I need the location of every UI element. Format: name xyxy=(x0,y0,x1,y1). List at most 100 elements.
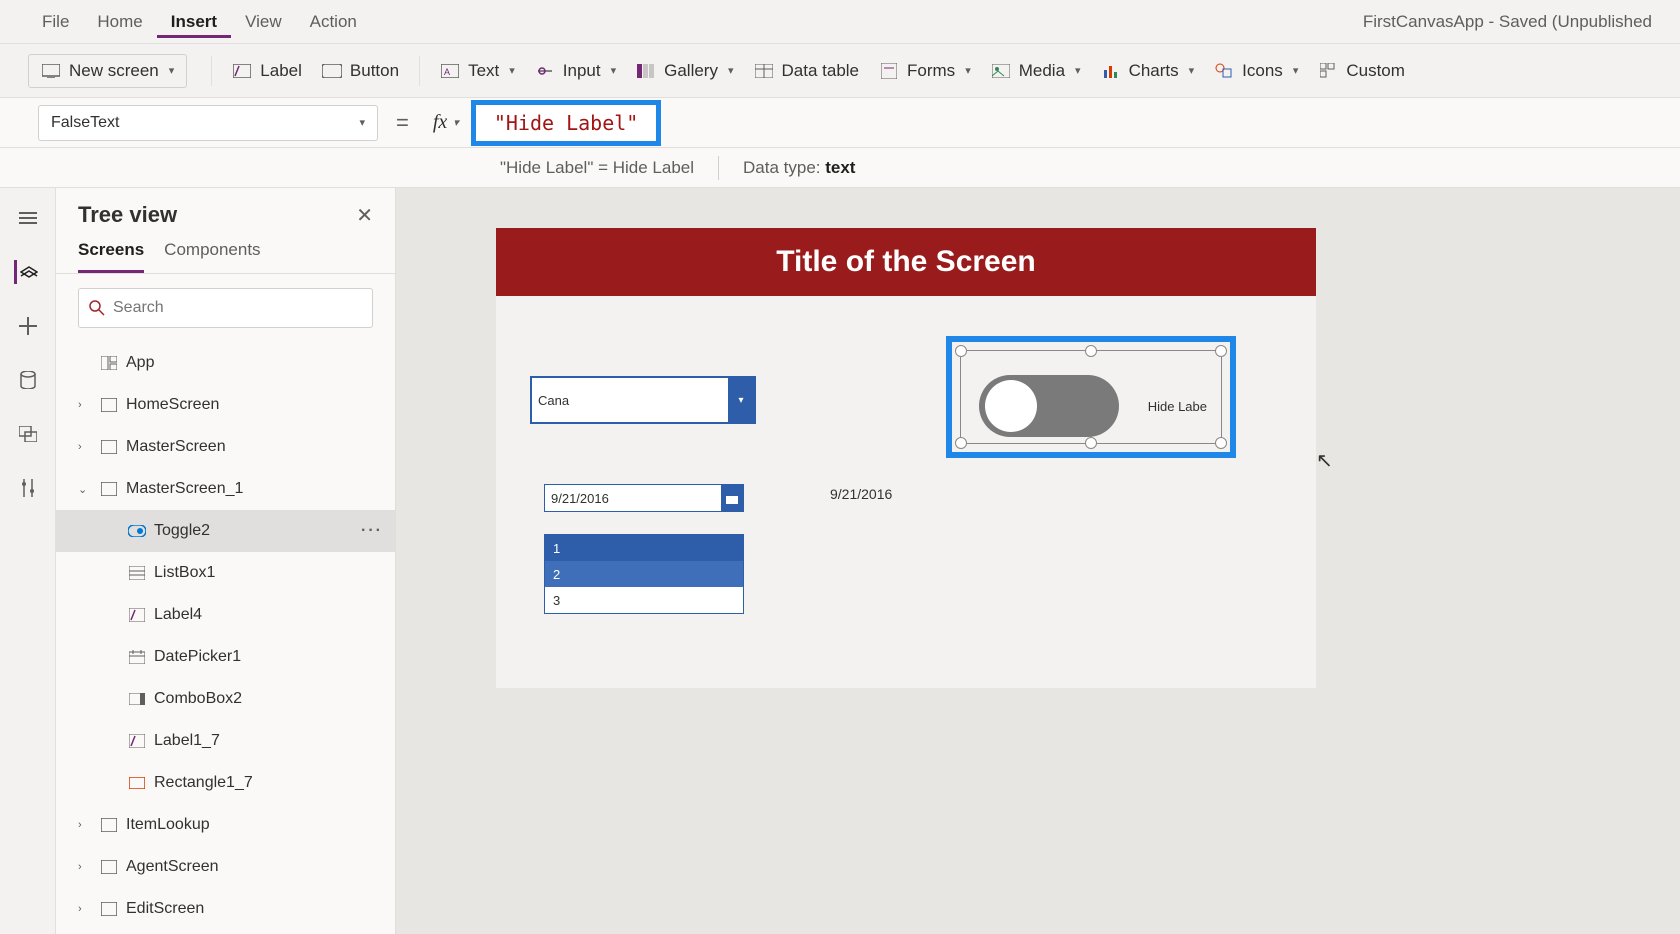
label-icon xyxy=(128,732,146,750)
tree-search[interactable] xyxy=(78,288,373,328)
chevron-down-icon: ▾ xyxy=(509,64,515,77)
menu-insert[interactable]: Insert xyxy=(157,6,231,38)
app-title: FirstCanvasApp - Saved (Unpublished xyxy=(1363,12,1652,32)
tree-node-masterscreen[interactable]: › MasterScreen xyxy=(56,426,395,468)
close-icon[interactable]: ✕ xyxy=(356,203,373,228)
tree-node-label: MasterScreen xyxy=(126,438,226,456)
list-item[interactable]: 1 xyxy=(545,535,743,561)
tree-node-label4[interactable]: Label4 xyxy=(56,594,395,636)
tree-node-rectangle1_7[interactable]: Rectangle1_7 xyxy=(56,762,395,804)
tree-node-itemlookup[interactable]: › ItemLookup xyxy=(56,804,395,846)
canvas-area[interactable]: ↖ Title of the Screen Cana ▾ 9/21/2016 9… xyxy=(396,188,1680,934)
insert-charts-button[interactable]: Charts ▾ xyxy=(1091,55,1205,87)
insert-custom-button[interactable]: Custom xyxy=(1308,55,1415,87)
gallery-icon xyxy=(636,61,656,81)
tree-list: App›HomeScreen›MasterScreen⌄MasterScreen… xyxy=(56,342,395,934)
expand-icon[interactable]: ⌄ xyxy=(78,483,92,496)
tree-node-label: Label4 xyxy=(154,606,202,624)
screen-icon xyxy=(100,396,118,414)
hamburger-icon[interactable] xyxy=(16,206,40,230)
data-type-label: Data type: text xyxy=(743,158,855,178)
tree-node-editscreen[interactable]: ›EditScreen xyxy=(56,888,395,930)
formula-input-highlight[interactable]: "Hide Label" xyxy=(471,100,662,146)
insert-icon[interactable] xyxy=(16,314,40,338)
insert-forms-button[interactable]: Forms ▾ xyxy=(869,55,981,87)
insert-label-button[interactable]: Label xyxy=(222,55,312,87)
insert-input-button[interactable]: Input ▾ xyxy=(525,55,626,87)
insert-text-button[interactable]: A Text ▾ xyxy=(430,55,525,87)
more-icon[interactable]: ··· xyxy=(361,522,383,540)
data-icon[interactable] xyxy=(16,368,40,392)
tree-node-label: MasterScreen_1 xyxy=(126,480,243,498)
tree-node-homescreen[interactable]: ›HomeScreen xyxy=(56,384,395,426)
fx-icon[interactable]: fx▾ xyxy=(427,111,465,134)
insert-button-button[interactable]: Button xyxy=(312,55,409,87)
expand-icon[interactable]: › xyxy=(78,441,92,453)
advanced-tools-icon[interactable] xyxy=(16,476,40,500)
media-icon xyxy=(991,61,1011,81)
chart-icon xyxy=(1101,61,1121,81)
insert-icons-button[interactable]: Icons ▾ xyxy=(1204,55,1308,87)
tree-node-toggle2[interactable]: Toggle2··· xyxy=(56,510,395,552)
tree-node-label: ItemLookup xyxy=(126,816,210,834)
chevron-down-icon: ▾ xyxy=(965,64,971,77)
date-label: 9/21/2016 xyxy=(830,486,892,502)
screen-title-bar[interactable]: Title of the Screen xyxy=(496,228,1316,296)
list-item[interactable]: 3 xyxy=(545,587,743,613)
tree-node-label1_7[interactable]: Label1_7 xyxy=(56,720,395,762)
insert-ribbon: New screen ▾ Label Button A Text ▾ Input… xyxy=(0,44,1680,98)
new-screen-button[interactable]: New screen ▾ xyxy=(28,54,187,88)
resize-handle[interactable] xyxy=(1215,437,1227,449)
tree-node-app[interactable]: App xyxy=(56,342,395,384)
listbox-icon xyxy=(128,564,146,582)
screen-icon xyxy=(100,900,118,918)
insert-media-button[interactable]: Media ▾ xyxy=(981,55,1091,87)
left-rail xyxy=(0,188,56,934)
search-icon xyxy=(89,300,105,316)
datepicker-control[interactable]: 9/21/2016 xyxy=(544,484,744,512)
expand-icon[interactable]: › xyxy=(78,861,92,873)
combobox-chevron-icon[interactable]: ▾ xyxy=(728,378,754,422)
insert-datatable-button[interactable]: Data table xyxy=(744,55,870,87)
resize-handle[interactable] xyxy=(1085,345,1097,357)
svg-text:A: A xyxy=(444,67,450,77)
resize-handle[interactable] xyxy=(1085,437,1097,449)
menu-view[interactable]: View xyxy=(231,6,296,38)
expand-icon[interactable]: › xyxy=(78,819,92,831)
listbox-control[interactable]: 1 2 3 xyxy=(544,534,744,614)
menu-action[interactable]: Action xyxy=(296,6,371,38)
tree-node-masterscreen_1[interactable]: ⌄ MasterScreen_1 xyxy=(56,468,395,510)
resize-handle[interactable] xyxy=(955,437,967,449)
property-selector[interactable]: FalseText ▾ xyxy=(38,105,378,141)
tree-search-input[interactable] xyxy=(113,299,362,317)
tree-node-agentscreen[interactable]: ›AgentScreen xyxy=(56,846,395,888)
tab-components[interactable]: Components xyxy=(164,240,260,273)
tree-view-title: Tree view xyxy=(78,202,177,228)
expand-icon[interactable]: › xyxy=(78,399,92,411)
design-canvas[interactable]: Title of the Screen Cana ▾ 9/21/2016 9/2… xyxy=(496,228,1316,688)
tree-node-combobox2[interactable]: ComboBox2 xyxy=(56,678,395,720)
media-rail-icon[interactable] xyxy=(16,422,40,446)
toggle-selection-highlight[interactable]: Hide Labe xyxy=(946,336,1236,458)
combobox-control[interactable]: Cana ▾ xyxy=(530,376,756,424)
screen-icon xyxy=(41,61,61,81)
resize-handle[interactable] xyxy=(1215,345,1227,357)
menu-file[interactable]: File xyxy=(28,6,83,38)
toggle-control[interactable] xyxy=(979,375,1119,437)
custom-icon xyxy=(1318,61,1338,81)
tab-screens[interactable]: Screens xyxy=(78,240,144,273)
selection-box: Hide Labe xyxy=(960,350,1222,444)
chevron-down-icon: ▾ xyxy=(611,64,617,77)
resize-handle[interactable] xyxy=(955,345,967,357)
formula-evaluation: "Hide Label" = Hide Label xyxy=(500,158,694,178)
menu-home[interactable]: Home xyxy=(83,6,156,38)
table-icon xyxy=(754,61,774,81)
calendar-icon[interactable] xyxy=(721,485,743,511)
insert-gallery-button[interactable]: Gallery ▾ xyxy=(626,55,743,87)
tree-node-listbox1[interactable]: ListBox1 xyxy=(56,552,395,594)
list-item[interactable]: 2 xyxy=(545,561,743,587)
tree-view-icon[interactable] xyxy=(14,260,38,284)
formula-info-bar: "Hide Label" = Hide Label Data type: tex… xyxy=(0,148,1680,188)
expand-icon[interactable]: › xyxy=(78,903,92,915)
tree-node-datepicker1[interactable]: DatePicker1 xyxy=(56,636,395,678)
